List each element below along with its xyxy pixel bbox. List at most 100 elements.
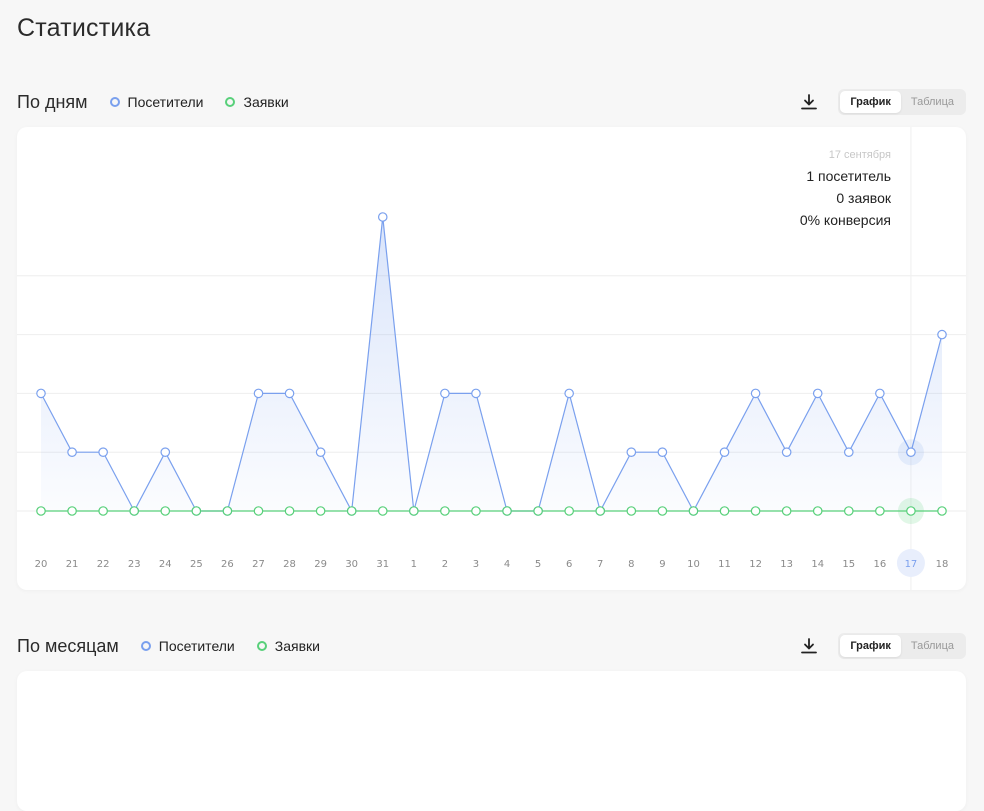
- x-tick-label: 27: [252, 559, 265, 570]
- x-tick-label: 28: [283, 559, 296, 570]
- visitors-point: [564, 388, 574, 399]
- requests-point: [129, 506, 140, 516]
- x-tick-label: 25: [190, 559, 203, 570]
- visitors-point: [160, 447, 171, 457]
- x-tick-label: 30: [345, 559, 358, 570]
- daily-chart-card: 20 21 22 23 24 25 26 27 28 29 30 31 1 2 3 4 5 6 7 8 9 10 11 12 1…: [17, 127, 966, 590]
- requests-point: [750, 506, 761, 516]
- requests-dot-icon: [256, 641, 267, 651]
- download-icon: [801, 94, 818, 110]
- x-tick-label: 16: [873, 559, 886, 570]
- requests-point: [191, 506, 202, 516]
- requests-point: [843, 506, 854, 516]
- x-tick-label: 8: [628, 559, 634, 570]
- daily-view-toggle: График Таблица: [838, 89, 966, 115]
- x-tick-label: 31: [376, 559, 389, 570]
- x-tick-label: 9: [659, 559, 665, 570]
- x-tick-label: 10: [687, 559, 700, 570]
- visitors-point: [750, 388, 761, 399]
- visitors-point: [253, 388, 264, 399]
- x-tick-label: 24: [159, 559, 172, 570]
- daily-section-header: По дням Посетители Заявки График Таблица: [17, 87, 966, 117]
- monthly-legend-requests-label: Заявки: [274, 638, 320, 654]
- requests-point: [284, 506, 295, 516]
- visitors-point: [875, 388, 885, 399]
- requests-point: [315, 506, 326, 516]
- visitors-point: [98, 447, 108, 457]
- x-tick-label: 18: [936, 559, 949, 570]
- visitors-point: [719, 447, 730, 457]
- x-tick-label: 13: [780, 559, 793, 570]
- visitors-point: [657, 447, 668, 457]
- requests-dot-icon: [225, 97, 236, 107]
- tooltip-requests: 0 заявок: [836, 190, 891, 206]
- visitors-point: [937, 329, 947, 340]
- legend-visitors[interactable]: Посетители: [109, 94, 204, 110]
- monthly-chart-card: [17, 671, 966, 811]
- visitors-point: [626, 447, 637, 457]
- visitors-dot-icon: [109, 97, 120, 107]
- visitors-point: [284, 388, 295, 399]
- daily-section-title: По дням: [17, 91, 88, 112]
- visitors-point: [781, 447, 792, 457]
- requests-point: [160, 506, 171, 516]
- monthly-legend-visitors-label: Посетители: [158, 638, 235, 654]
- requests-point: [377, 506, 388, 516]
- x-tick-label: 4: [504, 559, 510, 570]
- x-tick-label: 22: [97, 559, 110, 570]
- chart-tooltip: 17 сентября 1 посетитель 0 заявок 0% кон…: [800, 147, 891, 231]
- download-icon: [801, 638, 818, 654]
- page-title: Статистика: [17, 14, 151, 42]
- requests-point: [688, 506, 699, 516]
- daily-download-button[interactable]: [796, 89, 822, 115]
- visitors-point: [906, 447, 916, 457]
- legend-requests[interactable]: Заявки: [225, 94, 289, 110]
- tooltip-conversion: 0% конверсия: [799, 212, 891, 228]
- legend-requests-label: Заявки: [243, 94, 289, 110]
- legend-visitors-label: Посетители: [127, 94, 204, 110]
- x-tick-label: 20: [35, 559, 48, 570]
- daily-table-toggle-button[interactable]: Таблица: [901, 91, 964, 113]
- requests-point: [67, 506, 77, 516]
- x-tick-label: 7: [597, 559, 603, 570]
- visitors-point: [440, 388, 450, 399]
- monthly-legend-visitors[interactable]: Посетители: [140, 638, 235, 654]
- visitors-area: [41, 217, 942, 511]
- monthly-table-toggle-button[interactable]: Таблица: [901, 635, 964, 657]
- requests-point: [564, 506, 574, 516]
- monthly-download-button[interactable]: [796, 633, 822, 659]
- x-tick-label: 26: [221, 559, 234, 570]
- monthly-section-header: По месяцам Посетители Заявки График Табл…: [17, 631, 966, 661]
- x-tick-label: 2: [442, 559, 448, 570]
- visitors-point: [377, 212, 388, 222]
- x-tick-label: 15: [842, 559, 855, 570]
- monthly-section-title: По месяцам: [17, 635, 119, 656]
- requests-point: [533, 506, 543, 516]
- requests-point: [409, 506, 419, 516]
- requests-point: [502, 506, 512, 516]
- x-tick-label: 12: [749, 559, 762, 570]
- x-tick-label: 21: [66, 559, 79, 570]
- daily-chart-toggle-button[interactable]: График: [840, 91, 901, 113]
- x-tick-label: 5: [535, 559, 541, 570]
- requests-point: [906, 506, 916, 516]
- requests-point: [626, 506, 637, 516]
- monthly-chart-toggle-button[interactable]: График: [840, 635, 901, 657]
- x-tick-label: 17: [905, 559, 918, 570]
- requests-point: [222, 506, 233, 516]
- requests-point: [346, 506, 357, 516]
- x-tick-label: 23: [128, 559, 141, 570]
- monthly-view-toggle: График Таблица: [838, 633, 966, 659]
- tooltip-date: 17 сентября: [828, 149, 891, 161]
- x-tick-label: 3: [473, 559, 479, 570]
- monthly-legend-requests[interactable]: Заявки: [256, 638, 320, 654]
- visitors-point: [67, 447, 77, 457]
- requests-point: [657, 506, 668, 516]
- requests-point: [937, 506, 947, 516]
- visitors-dot-icon: [140, 641, 151, 651]
- x-tick-label: 29: [314, 559, 327, 570]
- visitors-point: [315, 447, 326, 457]
- requests-point: [471, 506, 481, 516]
- visitors-point: [471, 388, 481, 399]
- visitors-point: [36, 388, 46, 399]
